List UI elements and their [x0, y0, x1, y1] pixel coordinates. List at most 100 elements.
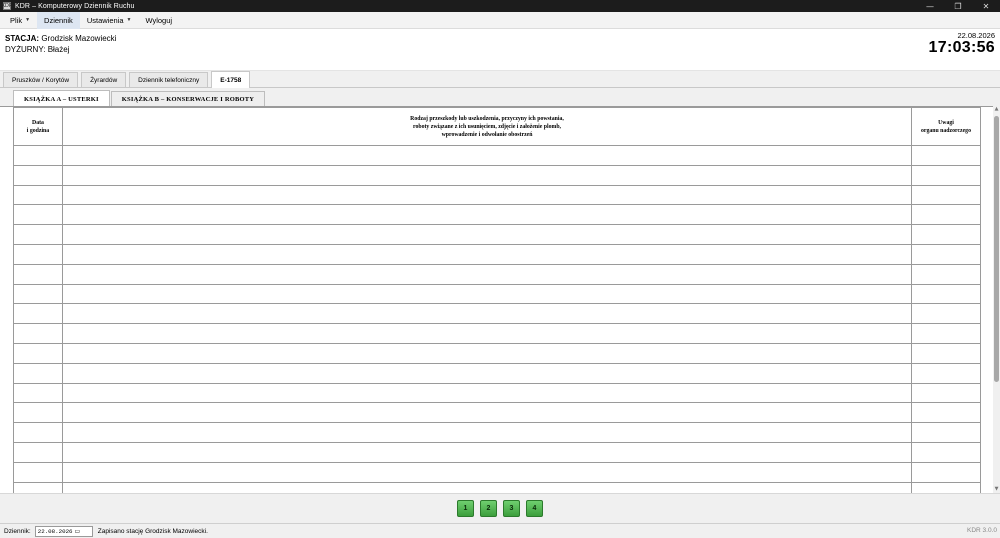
- table-row[interactable]: [13, 224, 981, 245]
- date-cell[interactable]: [13, 441, 63, 463]
- remarks-cell[interactable]: [911, 402, 981, 424]
- description-cell[interactable]: [62, 145, 912, 166]
- table-row[interactable]: [13, 204, 981, 226]
- description-cell[interactable]: [62, 263, 912, 285]
- remarks-cell[interactable]: [911, 263, 981, 285]
- description-cell[interactable]: [62, 303, 912, 325]
- date-cell[interactable]: [13, 342, 63, 364]
- table-row[interactable]: [13, 303, 981, 325]
- journal-date-input[interactable]: 22.08.2026 ▭: [34, 525, 93, 537]
- date-cell[interactable]: [13, 164, 63, 186]
- remarks-cell[interactable]: [911, 303, 981, 325]
- date-cell[interactable]: [13, 263, 63, 285]
- remarks-cell[interactable]: [911, 164, 981, 186]
- date-cell[interactable]: [13, 303, 63, 325]
- date-cell[interactable]: [13, 422, 63, 443]
- description-cell[interactable]: [62, 164, 912, 186]
- table-row[interactable]: [13, 422, 981, 443]
- chevron-down-icon: ▼: [126, 17, 132, 23]
- minimize-button[interactable]: —: [916, 0, 944, 12]
- remarks-cell[interactable]: [911, 243, 981, 265]
- description-cell[interactable]: [62, 224, 912, 245]
- description-cell[interactable]: [62, 362, 912, 384]
- ledger-body: [13, 145, 981, 493]
- description-cell[interactable]: [62, 461, 912, 483]
- date-cell[interactable]: [13, 243, 63, 265]
- tab-zyrardow[interactable]: Żyrardów: [81, 72, 127, 87]
- remarks-cell[interactable]: [911, 283, 981, 305]
- tab-ksiazka-a-usterki[interactable]: KSIĄŻKA A – USTERKI: [13, 90, 110, 107]
- table-row[interactable]: [13, 481, 981, 493]
- table-row[interactable]: [13, 382, 981, 404]
- date-cell[interactable]: [13, 224, 63, 245]
- table-row[interactable]: [13, 362, 981, 384]
- description-cell[interactable]: [62, 342, 912, 364]
- calendar-icon[interactable]: ▭: [75, 528, 81, 535]
- remarks-cell[interactable]: [911, 481, 981, 493]
- table-row[interactable]: [13, 145, 981, 166]
- description-cell[interactable]: [62, 184, 912, 206]
- remarks-cell[interactable]: [911, 342, 981, 364]
- date-cell[interactable]: [13, 362, 63, 384]
- page-button-1[interactable]: 1: [457, 500, 474, 517]
- remarks-cell[interactable]: [911, 422, 981, 443]
- menu-bar: Plik ▼ Dziennik Ustawienia ▼ Wyloguj: [0, 11, 1000, 29]
- remarks-cell[interactable]: [911, 184, 981, 206]
- page-button-3[interactable]: 3: [503, 500, 520, 517]
- table-row[interactable]: [13, 461, 981, 483]
- tab-e-1758[interactable]: E-1758: [211, 71, 251, 88]
- date-cell[interactable]: [13, 481, 63, 493]
- date-cell[interactable]: [13, 184, 63, 206]
- menu-ustawienia[interactable]: Ustawienia ▼: [80, 12, 139, 29]
- scroll-down-icon[interactable]: ▼: [993, 486, 1000, 493]
- description-cell[interactable]: [62, 441, 912, 463]
- close-button[interactable]: ✕: [972, 0, 1000, 12]
- date-cell[interactable]: [13, 402, 63, 424]
- description-cell[interactable]: [62, 243, 912, 265]
- menu-dziennik[interactable]: Dziennik: [37, 11, 80, 29]
- tab-pruszkow-korytow[interactable]: Pruszków / Korytów: [3, 72, 79, 87]
- remarks-cell[interactable]: [911, 441, 981, 463]
- description-cell[interactable]: [62, 283, 912, 305]
- scroll-up-icon[interactable]: ▲: [993, 106, 1000, 113]
- table-row[interactable]: [13, 243, 981, 265]
- menu-plik-label: Plik: [10, 15, 23, 25]
- table-row[interactable]: [13, 323, 981, 344]
- remarks-cell[interactable]: [911, 382, 981, 404]
- table-row[interactable]: [13, 402, 981, 424]
- table-row[interactable]: [13, 441, 981, 463]
- tab-dziennik-telefoniczny[interactable]: Dziennik telefoniczny: [129, 72, 209, 87]
- tab-ksiazka-b-konserwacje[interactable]: KSIĄŻKA B – KONSERWACJE I ROBOTY: [110, 91, 266, 106]
- table-row[interactable]: [13, 283, 981, 305]
- table-row[interactable]: [13, 164, 981, 186]
- date-cell[interactable]: [13, 382, 63, 404]
- remarks-cell[interactable]: [911, 323, 981, 344]
- page-button-4[interactable]: 4: [526, 500, 543, 517]
- date-cell[interactable]: [13, 461, 63, 483]
- description-cell[interactable]: [62, 204, 912, 226]
- description-cell[interactable]: [62, 422, 912, 443]
- remarks-cell[interactable]: [911, 224, 981, 245]
- page-button-2[interactable]: 2: [480, 500, 497, 517]
- remarks-cell[interactable]: [911, 362, 981, 384]
- vertical-scrollbar[interactable]: ▲ ▼: [993, 106, 1000, 493]
- journal-date-value: 22.08.2026: [37, 527, 73, 535]
- remarks-cell[interactable]: [911, 461, 981, 483]
- maximize-button[interactable]: ❐: [944, 0, 972, 12]
- menu-wyloguj[interactable]: Wyloguj: [138, 12, 179, 29]
- remarks-cell[interactable]: [911, 204, 981, 226]
- description-cell[interactable]: [62, 481, 912, 493]
- description-cell[interactable]: [62, 382, 912, 404]
- description-cell[interactable]: [62, 323, 912, 344]
- scrollbar-thumb[interactable]: [994, 116, 999, 382]
- date-cell[interactable]: [13, 145, 63, 166]
- table-row[interactable]: [13, 184, 981, 206]
- description-cell[interactable]: [62, 402, 912, 424]
- menu-plik[interactable]: Plik ▼: [3, 12, 37, 29]
- table-row[interactable]: [13, 263, 981, 285]
- date-cell[interactable]: [13, 323, 63, 344]
- date-cell[interactable]: [13, 204, 63, 226]
- remarks-cell[interactable]: [911, 145, 981, 166]
- table-row[interactable]: [13, 342, 981, 364]
- date-cell[interactable]: [13, 283, 63, 305]
